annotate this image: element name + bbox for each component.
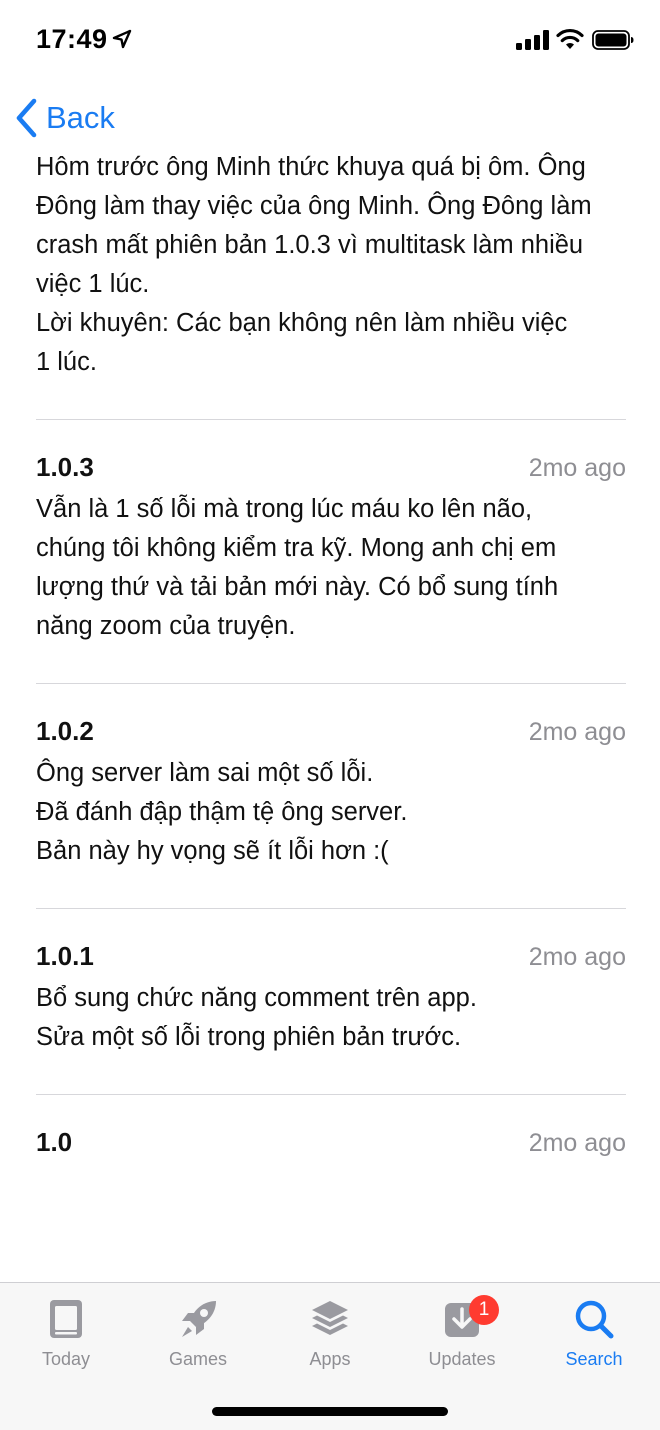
version-history-list: Hôm trước ông Minh thức khuya quá bị ôm.… [36,148,626,1158]
today-icon [50,1300,82,1338]
location-arrow-icon [112,29,132,49]
rocket-icon [182,1301,216,1337]
version-notes: Ông server làm sai một số lỗi. Đã đánh đ… [36,759,408,865]
version-notes: Bổ sung chức năng comment trên app. Sửa … [36,984,477,1051]
version-item-1-0-1: 1.0.1 2mo ago Bổ sung chức năng comment … [36,909,626,1057]
version-item-1-0: 1.0 2mo ago [36,1095,626,1158]
version-item-1-0-2: 1.0.2 2mo ago Ông server làm sai một số … [36,684,626,871]
tab-label: Apps [309,1349,351,1369]
chevron-left-icon [16,98,37,138]
status-bar: 17:49 [0,0,660,80]
wifi-icon [556,28,584,49]
status-time: 17:49 [36,24,108,54]
tab-bar: Today Games Apps 1 Updates Search [0,1282,660,1430]
version-number: 1.0.3 [36,452,94,482]
version-date: 2mo ago [528,1129,626,1157]
intro-note: Hôm trước ông Minh thức khuya quá bị ôm.… [36,153,592,376]
version-number: 1.0.1 [36,941,94,971]
battery-icon [592,30,634,50]
version-date: 2mo ago [528,454,626,482]
tab-search[interactable]: Search [528,1293,660,1383]
back-label: Back [46,100,115,135]
version-header: 1.0.2 2mo ago [36,716,626,747]
version-date: 2mo ago [528,718,626,746]
tab-label: Games [168,1349,228,1369]
nav-bar: Back [0,92,660,142]
tab-label: Today [41,1349,91,1369]
home-indicator [212,1407,448,1416]
tab-apps[interactable]: Apps [264,1293,396,1383]
back-button[interactable]: Back [14,96,115,140]
tab-today[interactable]: Today [0,1293,132,1383]
tab-updates[interactable]: 1 Updates [396,1293,528,1383]
version-number: 1.0.2 [36,716,94,746]
tab-label: Search [565,1349,623,1369]
version-header: 1.0 2mo ago [36,1127,626,1158]
tab-games[interactable]: Games [132,1293,264,1383]
version-number: 1.0 [36,1127,73,1157]
updates-badge: 1 [469,1295,499,1325]
version-header: 1.0.1 2mo ago [36,941,626,972]
cellular-signal-icon [516,30,549,50]
version-date: 2mo ago [528,943,626,971]
version-notes: Vẫn là 1 số lỗi mà trong lúc máu ko lên … [36,495,559,640]
tab-label: Updates [428,1349,496,1369]
layers-icon [312,1301,348,1335]
search-icon [575,1300,614,1339]
version-header: 1.0.3 2mo ago [36,452,626,483]
version-item-1-0-3: 1.0.3 2mo ago Vẫn là 1 số lỗi mà trong l… [36,420,626,646]
